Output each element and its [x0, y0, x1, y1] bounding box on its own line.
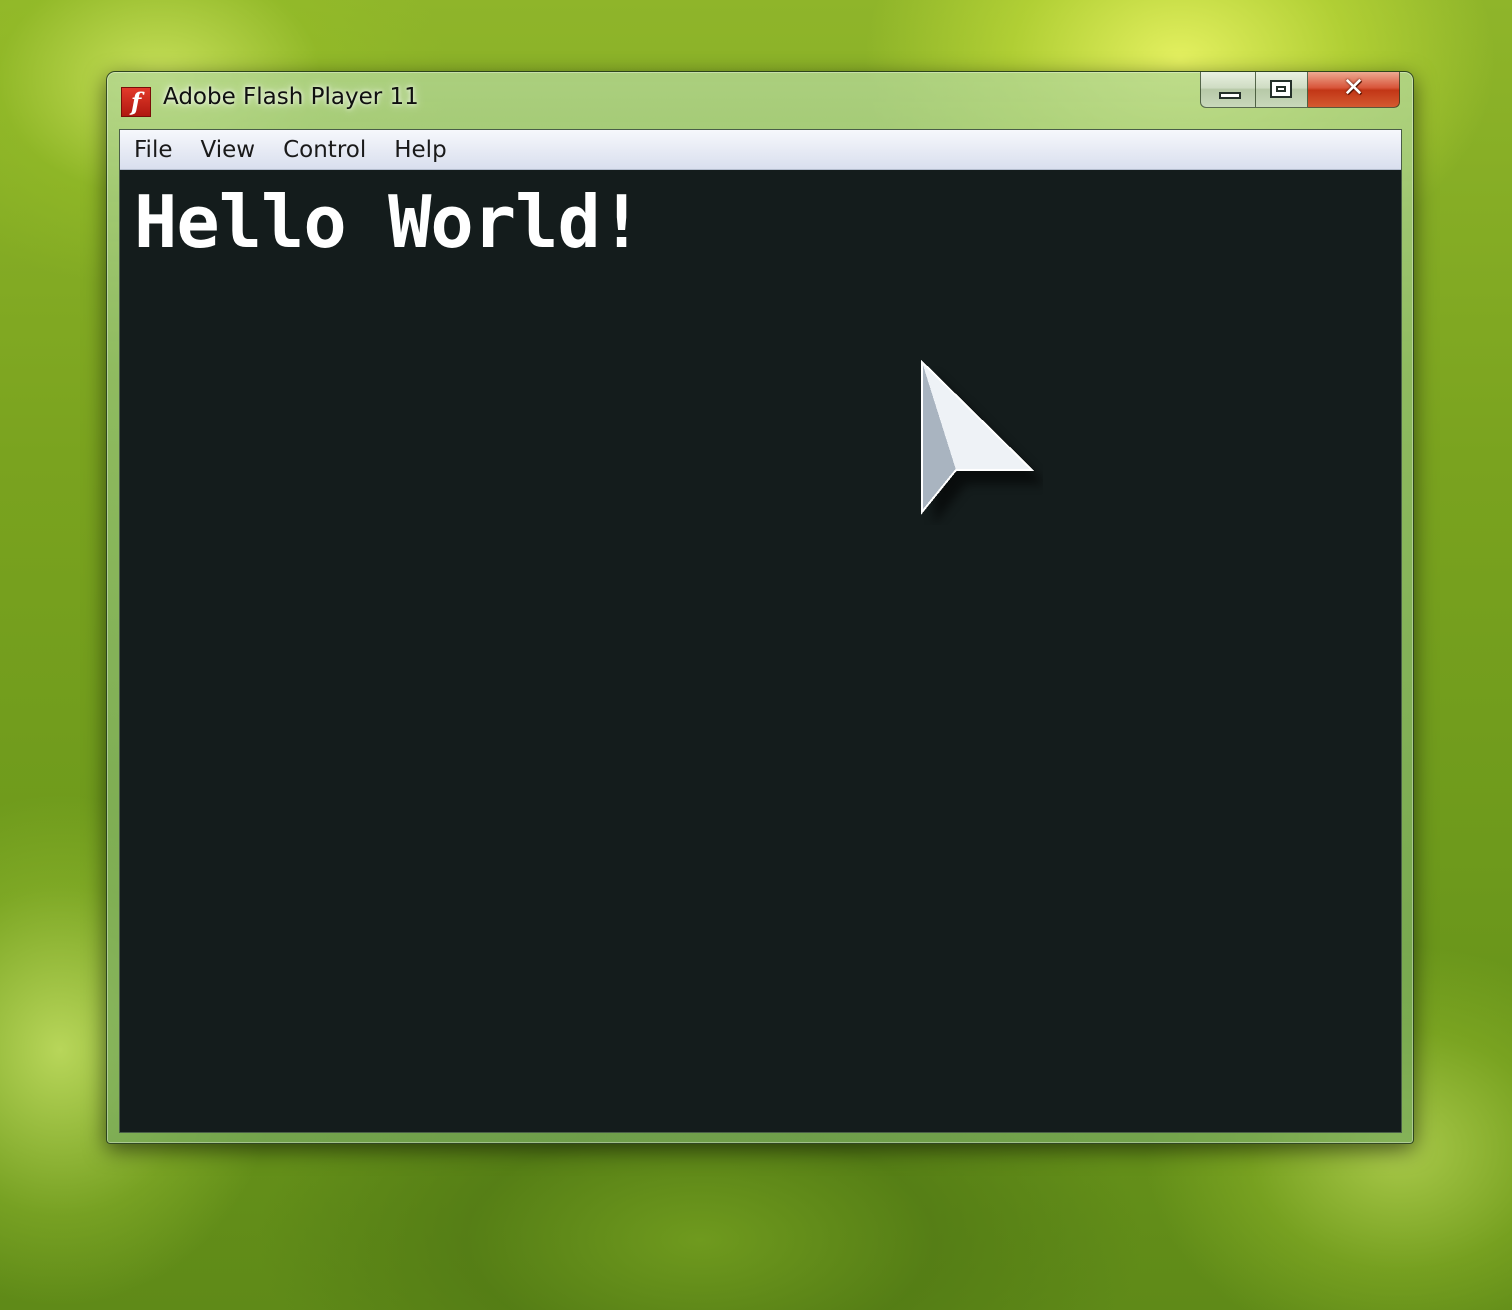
minimize-icon — [1219, 92, 1241, 99]
flash-stage[interactable]: Hello World! — [120, 170, 1401, 1132]
menu-file[interactable]: File — [120, 131, 187, 169]
client-area: File View Control Help Hello World! — [119, 129, 1402, 1133]
arrow-cursor-icon — [921, 360, 1043, 524]
close-icon: ✕ — [1342, 73, 1365, 103]
window-controls: ✕ — [1200, 72, 1400, 109]
minimize-button[interactable] — [1200, 72, 1256, 108]
maximize-button[interactable] — [1256, 72, 1308, 108]
flash-player-icon: f — [121, 87, 151, 117]
close-button[interactable]: ✕ — [1308, 72, 1400, 108]
menu-help[interactable]: Help — [380, 131, 460, 169]
menu-control[interactable]: Control — [269, 131, 380, 169]
maximize-icon — [1270, 80, 1292, 98]
hello-world-text: Hello World! — [134, 180, 643, 264]
title-bar[interactable]: f Adobe Flash Player 11 ✕ — [107, 72, 1413, 128]
menu-bar: File View Control Help — [120, 130, 1401, 170]
menu-view[interactable]: View — [187, 131, 270, 169]
window-title: Adobe Flash Player 11 — [163, 84, 419, 110]
flash-player-window[interactable]: f Adobe Flash Player 11 ✕ File View Cont… — [106, 71, 1414, 1144]
